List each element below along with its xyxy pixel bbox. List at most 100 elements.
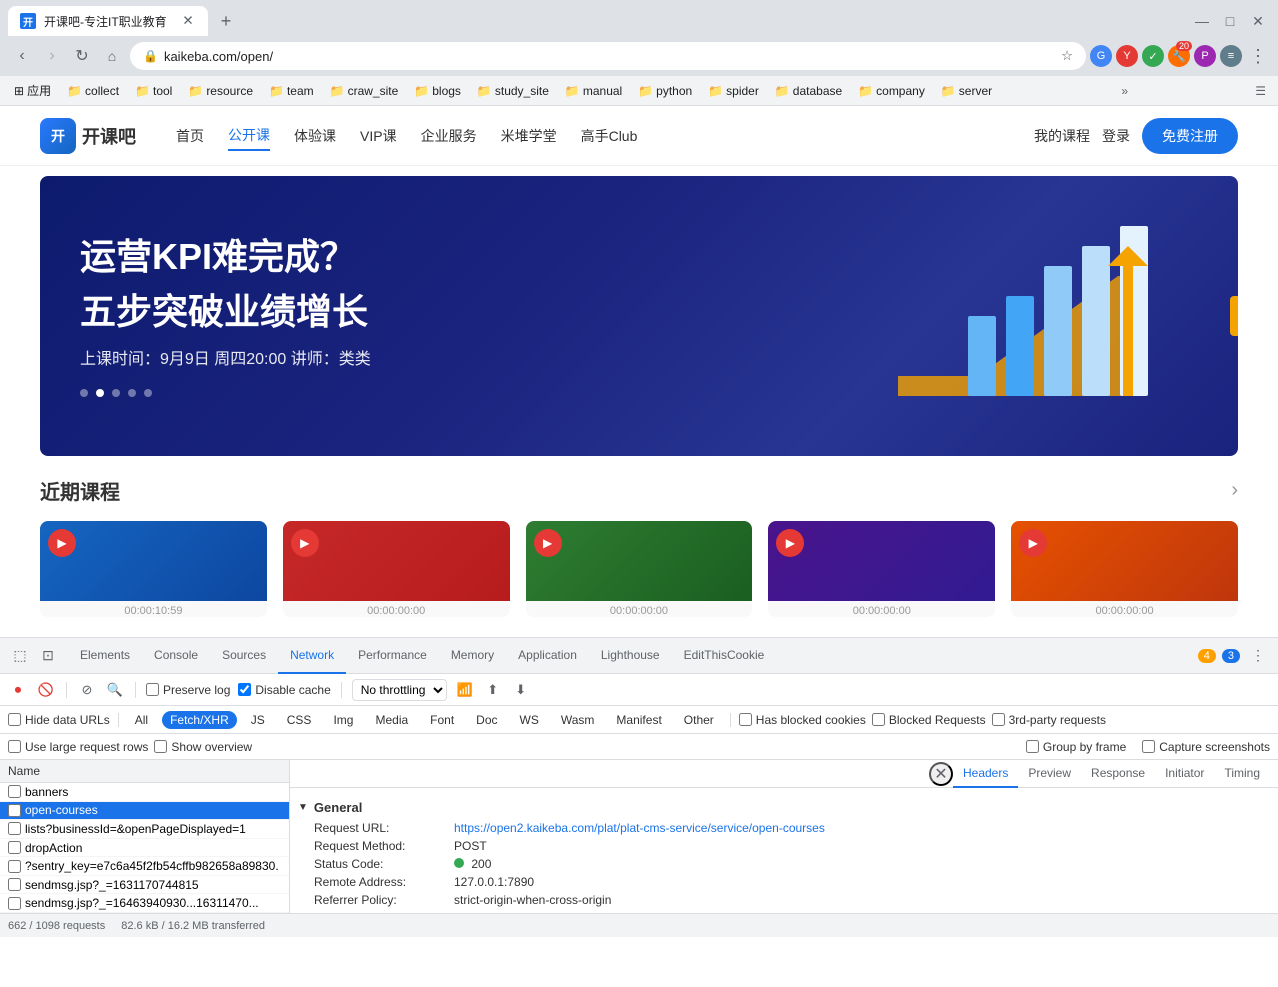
menu-button[interactable]: ⋮ <box>1246 44 1270 68</box>
course-card-2[interactable]: ▶ 00:00:00:00 <box>283 521 510 617</box>
play-button-4[interactable]: ▶ <box>776 529 804 557</box>
record-button[interactable]: ⏺ <box>8 680 28 700</box>
dot-4[interactable] <box>128 389 136 397</box>
filter-button[interactable]: ⊘ <box>77 680 97 700</box>
import-button[interactable]: ⬆ <box>483 680 503 700</box>
blocked-requests-label[interactable]: Blocked Requests <box>872 713 986 727</box>
request-item-sentry[interactable]: ?sentry_key=e7c6a45f2fb54cffb982658a8983… <box>0 857 289 876</box>
request-checkbox-sendmsg1[interactable] <box>8 878 21 891</box>
group-by-frame-label[interactable]: Group by frame <box>1026 740 1126 754</box>
nav-expert[interactable]: 高手Club <box>581 122 638 150</box>
detail-tab-preview[interactable]: Preview <box>1018 760 1081 788</box>
tab-network[interactable]: Network <box>278 638 346 674</box>
course-card-1[interactable]: ▶ 00:00:10:59 <box>40 521 267 617</box>
bookmark-resource[interactable]: 📁 resource <box>182 82 259 100</box>
tab-sources[interactable]: Sources <box>210 638 278 674</box>
detail-tab-response[interactable]: Response <box>1081 760 1155 788</box>
close-detail-button[interactable]: ✕ <box>929 762 953 786</box>
detail-tab-initiator[interactable]: Initiator <box>1155 760 1214 788</box>
preserve-log-label[interactable]: Preserve log <box>146 683 230 697</box>
sidebar-button[interactable]: ☰ <box>1251 82 1270 100</box>
devtools-cursor-button[interactable]: ⬚ <box>8 644 32 668</box>
request-checkbox-sentry[interactable] <box>8 860 21 873</box>
preserve-log-checkbox[interactable] <box>146 683 159 696</box>
hide-data-urls-checkbox[interactable] <box>8 713 21 726</box>
hide-data-urls-label[interactable]: Hide data URLs <box>8 713 110 727</box>
course-card-5[interactable]: ▶ 00:00:00:00 <box>1011 521 1238 617</box>
bookmark-server[interactable]: 📁 server <box>935 82 998 100</box>
bookmark-collect[interactable]: 📁 collect <box>61 82 125 100</box>
request-item-drop-action[interactable]: dropAction <box>0 839 289 858</box>
request-checkbox-sendmsg2[interactable] <box>8 897 21 910</box>
tab-memory[interactable]: Memory <box>439 638 506 674</box>
minimize-button[interactable]: — <box>1190 9 1214 33</box>
request-checkbox-banners[interactable] <box>8 785 21 798</box>
tab-lighthouse[interactable]: Lighthouse <box>589 638 672 674</box>
request-item-open-courses[interactable]: open-courses <box>0 802 289 821</box>
extension-icon-2[interactable]: Y <box>1116 45 1138 67</box>
tab-performance[interactable]: Performance <box>346 638 439 674</box>
reload-button[interactable]: ↻ <box>68 42 96 70</box>
play-button-2[interactable]: ▶ <box>291 529 319 557</box>
filter-ws[interactable]: WS <box>512 711 547 729</box>
play-button-3[interactable]: ▶ <box>534 529 562 557</box>
capture-screenshots-checkbox[interactable] <box>1142 740 1155 753</box>
new-tab-button[interactable]: + <box>212 7 240 35</box>
dot-1[interactable] <box>80 389 88 397</box>
bookmark-python[interactable]: 📁 python <box>632 82 698 100</box>
third-party-label[interactable]: 3rd-party requests <box>992 713 1106 727</box>
request-checkbox-lists[interactable] <box>8 822 21 835</box>
use-large-rows-checkbox[interactable] <box>8 740 21 753</box>
tab-editthiscookie[interactable]: EditThisCookie <box>672 638 777 674</box>
throttling-select[interactable]: No throttling Fast 3G Slow 3G Offline <box>352 679 447 701</box>
course-card-4[interactable]: ▶ 00:00:00:00 <box>768 521 995 617</box>
extension-icon-6[interactable]: ≡ <box>1220 45 1242 67</box>
tab-elements[interactable]: Elements <box>68 638 142 674</box>
dot-5[interactable] <box>144 389 152 397</box>
bookmark-star-button[interactable]: ☆ <box>1061 48 1073 64</box>
nav-enterprise[interactable]: 企业服务 <box>421 122 477 150</box>
nav-vip[interactable]: VIP课 <box>360 122 397 150</box>
course-card-3[interactable]: ▶ 00:00:00:00 <box>526 521 753 617</box>
has-blocked-cookies-checkbox[interactable] <box>739 713 752 726</box>
general-title[interactable]: ▼ General <box>298 796 1270 819</box>
filter-fetch-xhr[interactable]: Fetch/XHR <box>162 711 237 729</box>
login-link[interactable]: 登录 <box>1102 126 1130 146</box>
filter-img[interactable]: Img <box>325 711 361 729</box>
tab-application[interactable]: Application <box>506 638 589 674</box>
dot-2[interactable] <box>96 389 104 397</box>
detail-tab-timing[interactable]: Timing <box>1214 760 1270 788</box>
use-large-rows-label[interactable]: Use large request rows <box>8 740 148 754</box>
filter-css[interactable]: CSS <box>279 711 320 729</box>
nav-midui[interactable]: 米堆学堂 <box>501 122 557 150</box>
has-blocked-cookies-label[interactable]: Has blocked cookies <box>739 713 866 727</box>
extension-icon-3[interactable]: ✓ <box>1142 45 1164 67</box>
request-checkbox-drop[interactable] <box>8 841 21 854</box>
extension-icon-5[interactable]: P <box>1194 45 1216 67</box>
request-item-banners[interactable]: banners <box>0 783 289 802</box>
detail-tab-headers[interactable]: Headers <box>953 760 1018 788</box>
filter-media[interactable]: Media <box>367 711 416 729</box>
filter-other[interactable]: Other <box>676 711 722 729</box>
filter-js[interactable]: JS <box>243 711 273 729</box>
wifi-button[interactable]: 📶 <box>455 680 475 700</box>
section-arrow[interactable]: › <box>1231 479 1238 502</box>
bookmark-apps[interactable]: ⊞ 应用 <box>8 80 57 101</box>
disable-cache-label[interactable]: Disable cache <box>238 683 330 697</box>
filter-all[interactable]: All <box>127 711 156 729</box>
bookmark-craw-site[interactable]: 📁 craw_site <box>324 82 405 100</box>
bookmark-tool[interactable]: 📁 tool <box>129 82 178 100</box>
devtools-expand-button[interactable]: ⋮ <box>1246 644 1270 668</box>
bookmark-database[interactable]: 📁 database <box>769 82 848 100</box>
capture-screenshots-label[interactable]: Capture screenshots <box>1142 740 1270 754</box>
request-checkbox-open-courses[interactable] <box>8 804 21 817</box>
search-button[interactable]: 🔍 <box>105 680 125 700</box>
more-bookmarks-button[interactable]: » <box>1117 82 1132 100</box>
filter-manifest[interactable]: Manifest <box>608 711 669 729</box>
third-party-checkbox[interactable] <box>992 713 1005 726</box>
play-button-1[interactable]: ▶ <box>48 529 76 557</box>
play-button-5[interactable]: ▶ <box>1019 529 1047 557</box>
filter-wasm[interactable]: Wasm <box>553 711 603 729</box>
nav-home[interactable]: 首页 <box>176 122 204 150</box>
disable-cache-checkbox[interactable] <box>238 683 251 696</box>
